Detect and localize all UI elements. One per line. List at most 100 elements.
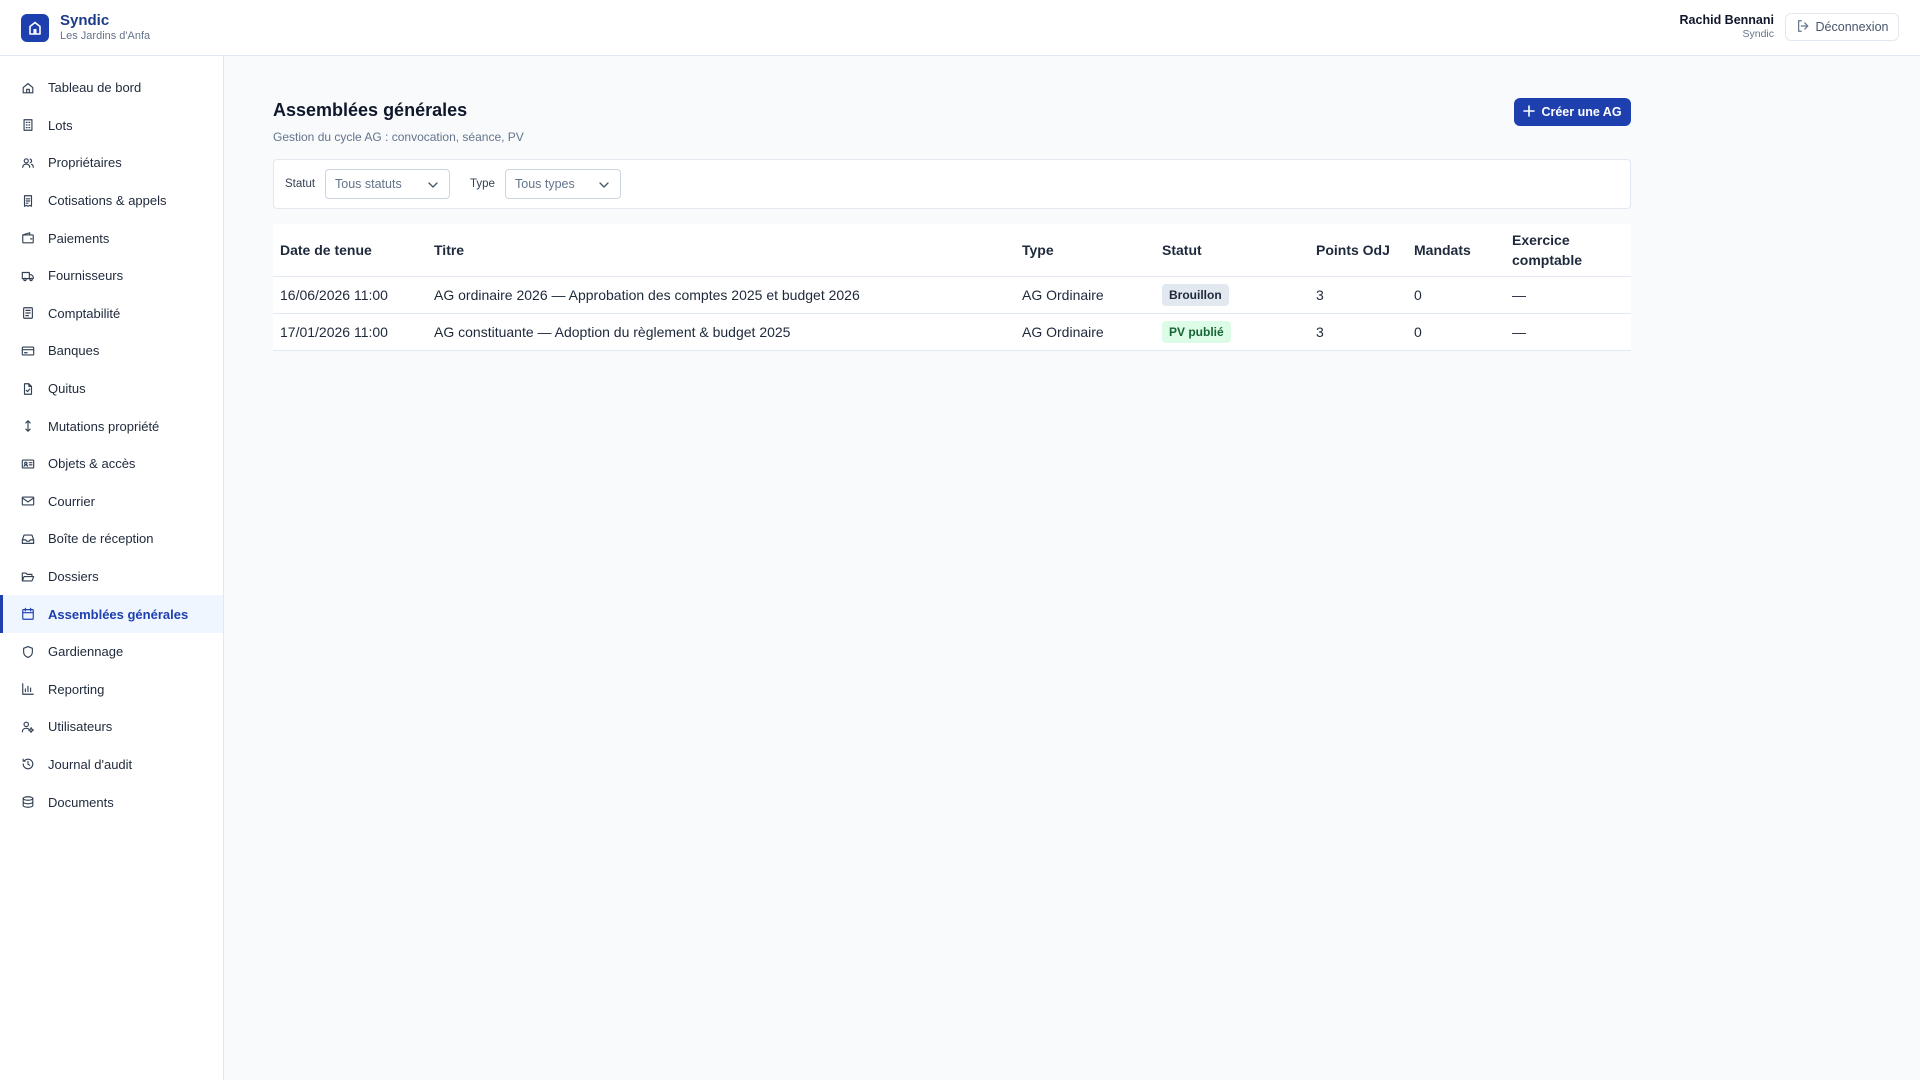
sidebar-item-label: Quitus — [48, 381, 86, 397]
table-row[interactable]: 16/06/2026 11:00 AG ordinaire 2026 — App… — [273, 276, 1631, 314]
cell-exercise: — — [1505, 276, 1631, 314]
sidebar-item-label: Fournisseurs — [48, 268, 124, 284]
filter-bar: Statut Tous statuts Type Tous types — [273, 159, 1631, 209]
sidebar-item-label: Utilisateurs — [48, 719, 113, 735]
cell-mandates: 0 — [1407, 276, 1505, 314]
sidebar-item-courrier[interactable]: Courrier — [0, 483, 223, 521]
residence-name: Les Jardins d'Anfa — [60, 30, 151, 42]
sidebar-item-label: Cotisations & appels — [48, 193, 167, 209]
sidebar-item-label: Gardiennage — [48, 644, 124, 660]
cell-exercise: — — [1505, 313, 1631, 351]
cell-title: AG constituante — Adoption du règlement … — [427, 313, 1015, 351]
column-header-type[interactable]: Type — [1015, 224, 1155, 277]
database-icon — [20, 794, 36, 810]
column-header-date[interactable]: Date de tenue — [273, 224, 427, 277]
credit-card-icon — [20, 343, 36, 359]
sidebar-item-label: Boîte de réception — [48, 531, 154, 547]
user-cog-icon — [20, 719, 36, 735]
create-ag-label: Créer une AG — [1541, 105, 1622, 119]
calendar-icon — [20, 606, 36, 622]
file-check-icon — [20, 381, 36, 397]
column-header-exercise[interactable]: Exercice comptable — [1505, 224, 1631, 277]
sidebar-item-fournisseurs[interactable]: Fournisseurs — [0, 257, 223, 295]
status-filter-value: Tous statuts — [335, 177, 402, 191]
inbox-icon — [20, 531, 36, 547]
column-header-mandates[interactable]: Mandats — [1407, 224, 1505, 277]
sidebar-item-label: Assemblées générales — [48, 606, 189, 622]
sidebar-item-paiements[interactable]: Paiements — [0, 219, 223, 257]
type-filter-value: Tous types — [515, 177, 575, 191]
history-icon — [20, 756, 36, 772]
cell-date: 17/01/2026 11:00 — [273, 313, 427, 351]
status-filter-label: Statut — [285, 178, 316, 190]
sidebar-item-label: Courrier — [48, 493, 95, 509]
sidebar-item-label: Dossiers — [48, 569, 99, 585]
type-filter-select[interactable]: Tous types — [505, 169, 621, 199]
chevron-down-icon — [598, 179, 610, 194]
truck-icon — [20, 268, 36, 284]
sidebar-item-label: Documents — [48, 794, 114, 810]
wallet-icon — [20, 230, 36, 246]
column-header-title[interactable]: Titre — [427, 224, 1015, 277]
sidebar: Tableau de bord Lots Propriétaires Cotisati… — [0, 56, 224, 1080]
sidebar-item-cotisations-appels[interactable]: Cotisations & appels — [0, 182, 223, 220]
sidebar-item-label: Paiements — [48, 230, 110, 246]
sidebar-item-utilisateurs[interactable]: Utilisateurs — [0, 708, 223, 746]
building-logo-icon — [21, 14, 49, 42]
sidebar-item-label: Reporting — [48, 681, 105, 697]
sidebar-item-tableau-de-bord[interactable]: Tableau de bord — [0, 69, 223, 107]
mail-icon — [20, 493, 36, 509]
user-info: Rachid Bennani Syndic — [1680, 13, 1774, 41]
sidebar-item-documents[interactable]: Documents — [0, 783, 223, 821]
logout-icon — [1796, 19, 1816, 36]
sidebar-item-objets-acces[interactable]: Objets & accès — [0, 445, 223, 483]
ledger-icon — [20, 305, 36, 321]
sidebar-item-mutations-propriete[interactable]: Mutations propriété — [0, 407, 223, 445]
plus-icon — [1523, 104, 1541, 120]
brand[interactable]: Syndic Les Jardins d'Anfa — [21, 13, 150, 43]
sidebar-item-proprietaires[interactable]: Propriétaires — [0, 144, 223, 182]
sidebar-item-label: Propriétaires — [48, 155, 122, 171]
user-role: Syndic — [1742, 28, 1774, 40]
user-name: Rachid Bennani — [1679, 13, 1774, 27]
sidebar-item-lots[interactable]: Lots — [0, 107, 223, 145]
sidebar-item-boite-de-reception[interactable]: Boîte de réception — [0, 520, 223, 558]
cell-points: 3 — [1309, 313, 1407, 351]
logout-label: Déconnexion — [1815, 20, 1889, 34]
sidebar-item-comptabilite[interactable]: Comptabilité — [0, 295, 223, 333]
app-name: Syndic — [60, 12, 110, 29]
cell-mandates: 0 — [1407, 313, 1505, 351]
sidebar-item-label: Mutations propriété — [48, 418, 160, 434]
cell-points: 3 — [1309, 276, 1407, 314]
status-badge: Brouillon — [1162, 283, 1229, 306]
sidebar-item-reporting[interactable]: Reporting — [0, 671, 223, 709]
create-ag-button[interactable]: Créer une AG — [1514, 98, 1631, 126]
sidebar-item-journal-d-audit[interactable]: Journal d'audit — [0, 746, 223, 784]
sidebar-item-label: Journal d'audit — [48, 756, 133, 772]
column-header-status[interactable]: Statut — [1155, 224, 1309, 277]
sidebar-item-label: Lots — [48, 117, 73, 133]
building-icon — [20, 117, 36, 133]
receipt-icon — [20, 193, 36, 209]
sidebar-item-gardiennage[interactable]: Gardiennage — [0, 633, 223, 671]
type-filter-label: Type — [470, 178, 495, 190]
cell-title: AG ordinaire 2026 — Approbation des comp… — [427, 276, 1015, 314]
top-bar: Syndic Les Jardins d'Anfa Rachid Bennani… — [0, 0, 1920, 56]
chevron-down-icon — [427, 179, 439, 194]
home-icon — [20, 80, 36, 96]
ag-table: Date de tenue Titre Type Statut Points O… — [273, 224, 1631, 351]
table-header-row: Date de tenue Titre Type Statut Points O… — [273, 224, 1631, 277]
logout-button[interactable]: Déconnexion — [1785, 13, 1899, 41]
status-filter-select[interactable]: Tous statuts — [325, 169, 450, 199]
id-card-icon — [20, 456, 36, 472]
sidebar-item-assemblees-generales[interactable]: Assemblées générales — [0, 595, 223, 633]
column-header-points[interactable]: Points OdJ — [1309, 224, 1407, 277]
cell-date: 16/06/2026 11:00 — [273, 276, 427, 314]
arrows-vertical-icon — [20, 418, 36, 434]
sidebar-item-dossiers[interactable]: Dossiers — [0, 558, 223, 596]
sidebar-item-quitus[interactable]: Quitus — [0, 370, 223, 408]
status-badge: PV publié — [1162, 320, 1231, 343]
sidebar-item-banques[interactable]: Banques — [0, 332, 223, 370]
sidebar-item-label: Objets & accès — [48, 456, 136, 472]
table-row[interactable]: 17/01/2026 11:00 AG constituante — Adopt… — [273, 313, 1631, 351]
